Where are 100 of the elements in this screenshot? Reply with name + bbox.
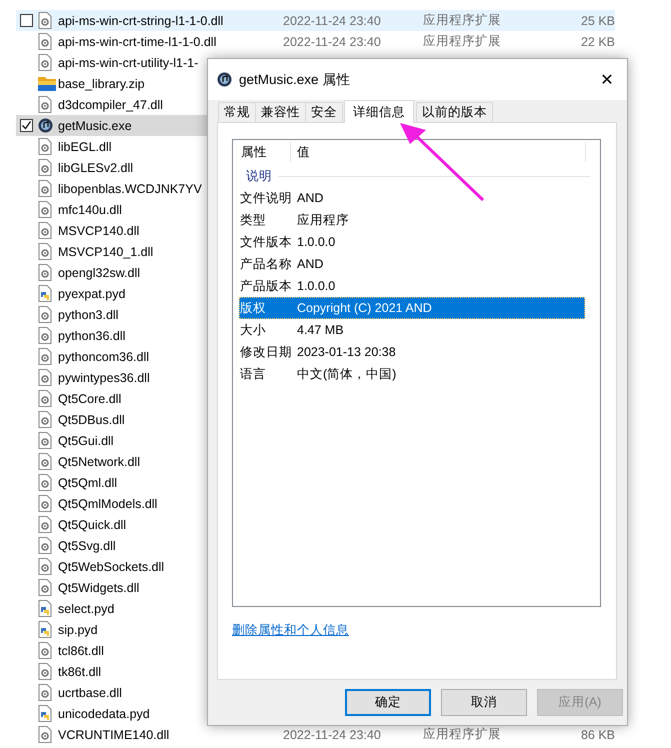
dialog-button[interactable]: 确定 [345,689,431,716]
dll-file-icon [38,243,52,260]
dll-file-icon [38,411,52,428]
file-name[interactable]: libGLESv2.dll [58,160,134,174]
property-name: 类型 [239,212,267,228]
dll-file-icon [38,138,52,155]
checkbox[interactable] [20,119,33,132]
file-name[interactable]: unicodedata.pyd [58,706,150,720]
file-name[interactable]: mfc140u.dll [58,202,122,216]
property-value: 4.47 MB [297,323,344,337]
dll-file-icon [38,579,52,596]
file-name[interactable]: VCRUNTIME140.dll [58,728,170,742]
property-name: 产品名称 [239,256,293,272]
checkbox[interactable] [20,14,33,27]
file-name[interactable]: pythoncom36.dll [58,350,150,364]
file-name[interactable]: pywintypes36.dll [58,370,150,384]
dll-file-icon [38,558,52,575]
property-name: 文件版本 [239,234,293,250]
file-name[interactable]: Qt5Qml.dll [58,476,118,490]
remove-properties-link[interactable]: 删除属性和个人信息 [232,622,349,639]
file-name[interactable]: api-ms-win-crt-string-l1-1-0.dll [58,14,224,28]
file-name[interactable]: base_library.zip [58,76,145,90]
file-name[interactable]: Qt5WebSockets.dll [58,560,164,574]
tab[interactable]: 常规 [218,102,256,122]
dll-file-icon [38,201,52,218]
property-value: 1.0.0.0 [297,279,336,293]
dll-file-icon [38,369,52,386]
dll-file-icon [38,663,52,680]
file-row[interactable]: api-ms-win-crt-string-l1-1-0.dll 2022-11-24 23:40 应用程序扩展 25 KB [16,10,615,31]
file-name[interactable]: d3dcompiler_47.dll [58,98,163,112]
dll-file-icon [38,390,52,407]
dll-file-icon [38,54,52,71]
file-name[interactable]: Qt5Widgets.dll [58,580,140,594]
file-name[interactable]: tk86t.dll [58,664,102,678]
file-name[interactable]: tcl86t.dll [58,644,104,658]
dll-file-icon [38,264,52,281]
dll-file-icon [38,96,52,113]
file-name[interactable]: select.pyd [58,602,114,616]
python-file-icon [38,285,52,302]
file-name[interactable]: api-ms-win-crt-time-l1-1-0.dll [58,34,216,48]
file-name[interactable]: Qt5Svg.dll [58,538,116,552]
file-name[interactable]: libopenblas.WCDJNK7YV [58,182,202,196]
file-name[interactable]: Qt5Quick.dll [58,518,126,532]
tab[interactable]: 详细信息 [344,100,414,123]
dll-file-icon [38,159,52,176]
file-type: 应用程序扩展 [423,12,502,29]
dll-file-icon [38,12,52,29]
property-value: 2023-01-13 20:38 [297,345,396,359]
file-name[interactable]: libEGL.dll [58,140,112,154]
file-name[interactable]: Qt5Core.dll [58,392,122,406]
property-value: Copyright (C) 2021 AND [297,301,432,315]
file-type: 应用程序扩展 [423,33,502,50]
file-name[interactable]: Qt5Network.dll [58,454,140,468]
selected-row[interactable]: 版权 Copyright (C) 2021 AND [239,297,585,319]
file-name[interactable]: Qt5QmlModels.dll [58,496,158,510]
window-title: getMusic.exe 属性 [239,70,352,88]
column-header[interactable]: 属性 [239,142,291,162]
property-name: 版权 [239,300,267,316]
file-name[interactable]: api-ms-win-crt-utility-l1-1- [58,56,198,70]
file-name[interactable]: Qt5DBus.dll [58,412,125,426]
dll-file-icon [38,348,52,365]
file-name[interactable]: ucrtbase.dll [58,686,122,700]
dll-file-icon [38,180,52,197]
file-name[interactable]: pyexpat.pyd [58,286,126,300]
music-app-icon [38,118,53,133]
music-app-icon [217,72,232,87]
file-type: 应用程序扩展 [423,726,502,743]
property-value: 中文(简体，中国) [297,366,396,382]
property-name: 大小 [239,322,267,338]
file-name[interactable]: opengl32sw.dll [58,266,140,280]
tab[interactable]: 以前的版本 [416,102,493,122]
dll-file-icon [38,684,52,701]
file-name[interactable]: MSVCP140.dll [58,224,140,238]
dll-file-icon [38,33,52,50]
dll-file-icon [38,306,52,323]
file-size: 22 KB [580,34,615,48]
file-name[interactable]: Qt5Gui.dll [58,434,114,448]
dll-file-icon [38,537,52,554]
file-name[interactable]: python36.dll [58,328,126,342]
file-name[interactable]: python3.dll [58,308,118,322]
close-button[interactable]: ✕ [592,70,622,90]
python-file-icon [38,621,52,638]
tab[interactable]: 安全 [305,102,343,122]
property-name: 语言 [239,366,267,382]
dll-file-icon [38,327,52,344]
property-value: 1.0.0.0 [297,235,336,249]
file-name[interactable]: MSVCP140_1.dll [58,244,154,258]
dialog-button[interactable]: 取消 [441,689,527,716]
property-value: AND [297,191,324,205]
property-value: AND [297,257,324,271]
python-file-icon [38,705,52,722]
property-value: 应用程序 [297,212,349,228]
file-name[interactable]: getMusic.exe [58,118,132,132]
dll-file-icon [38,222,52,239]
folder-icon [38,76,56,91]
file-name[interactable]: sip.pyd [58,622,98,636]
dll-file-icon [38,495,52,512]
file-date: 2022-11-24 23:40 [283,14,382,28]
property-name: 文件说明 [239,190,293,206]
group-header: 说明 [245,168,273,184]
